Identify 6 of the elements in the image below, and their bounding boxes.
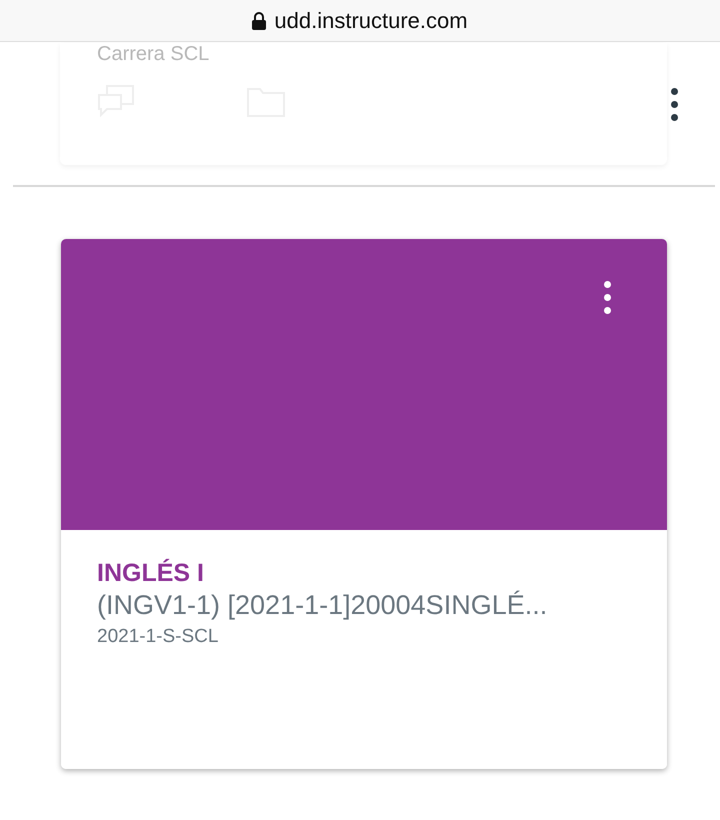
course-code: (INGV1-1) [2021-1-1]20004SINGLÉ...: [97, 589, 548, 622]
address-bar[interactable]: udd.instructure.com: [0, 0, 720, 42]
course-term: 2021-1-S-SCL: [97, 625, 220, 650]
course-title[interactable]: INGLÉS I: [97, 558, 631, 588]
course-title: Carrera SCL: [97, 43, 210, 65]
url-text: udd.instructure.com: [274, 7, 468, 35]
